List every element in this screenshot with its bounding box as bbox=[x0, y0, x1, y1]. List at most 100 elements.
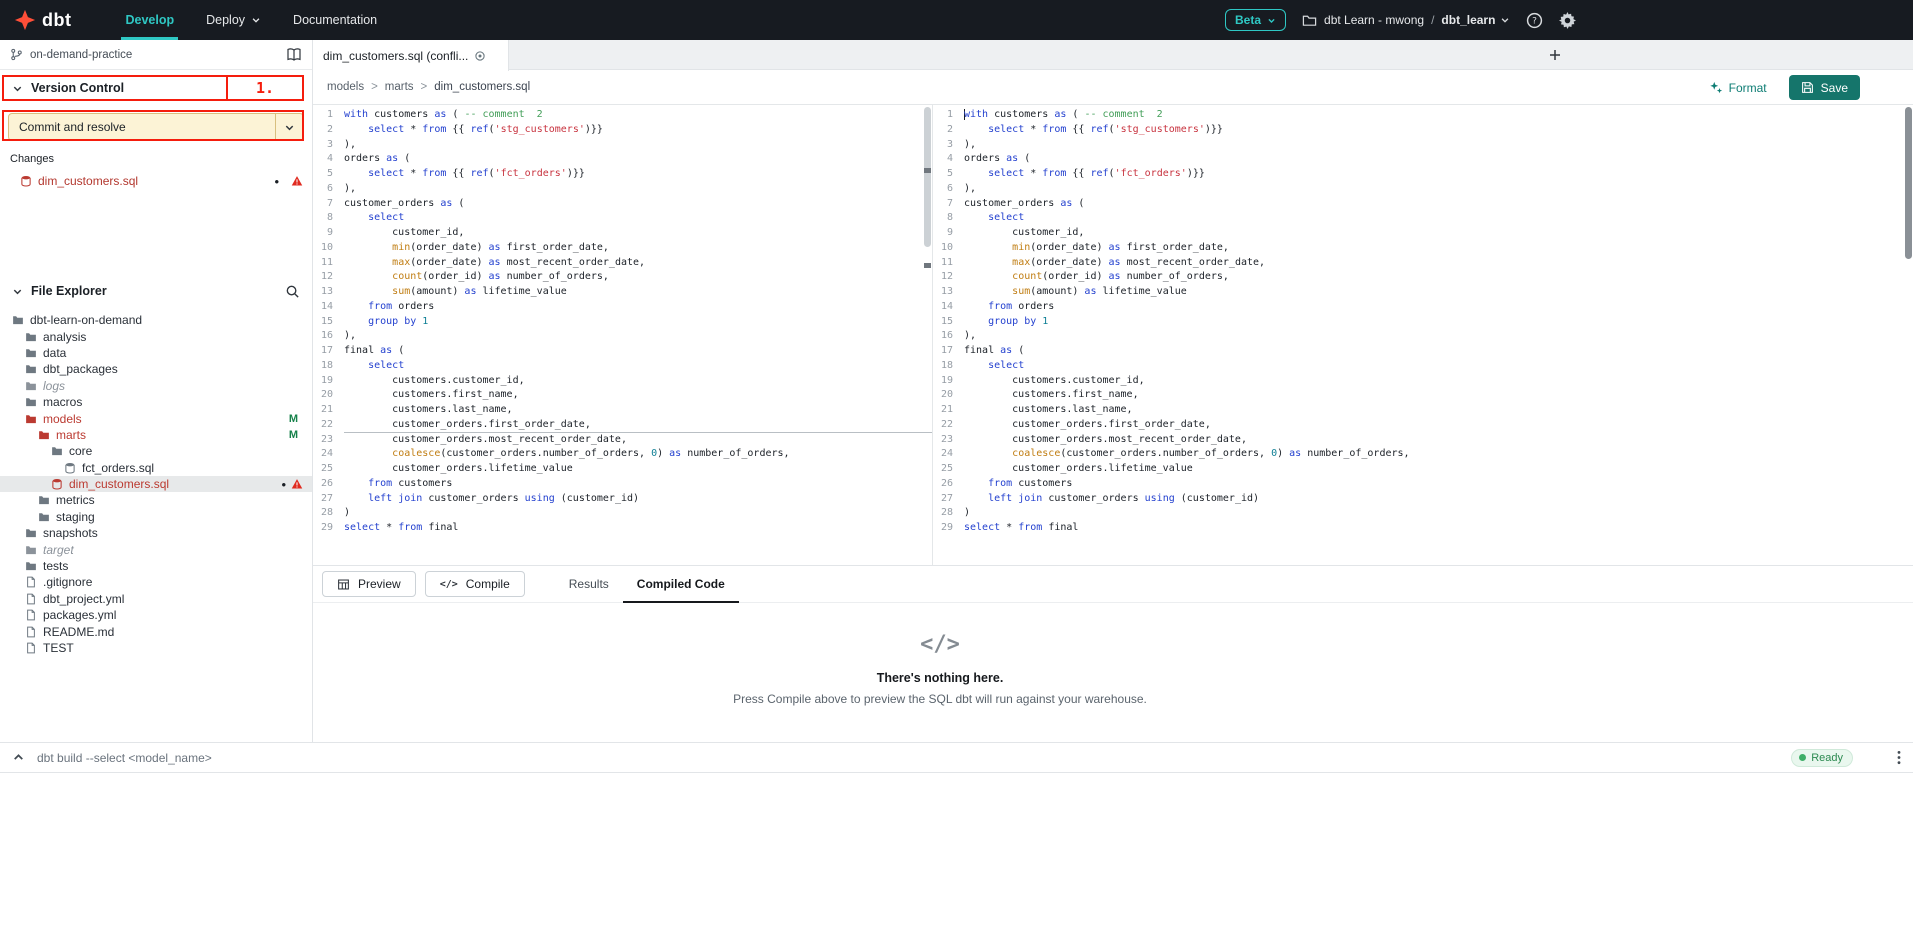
code-line-21[interactable]: 21 customers.last_name, bbox=[313, 403, 932, 418]
code-line-5[interactable]: 5 select * from {{ ref('fct_orders')}} bbox=[933, 167, 1913, 182]
code-line-20[interactable]: 20 customers.first_name, bbox=[933, 388, 1913, 403]
code-line-12[interactable]: 12 count(order_id) as number_of_orders, bbox=[313, 270, 932, 285]
code-line-27[interactable]: 27 left join customer_orders using (cust… bbox=[313, 492, 932, 507]
tab-compiled-code[interactable]: Compiled Code bbox=[623, 566, 739, 603]
tree-item-.gitignore[interactable]: .gitignore bbox=[0, 574, 312, 590]
tree-item-tests[interactable]: tests bbox=[0, 558, 312, 574]
code-line-28[interactable]: 28) bbox=[933, 506, 1913, 521]
tab-results[interactable]: Results bbox=[555, 566, 623, 603]
tree-item-packages.yml[interactable]: packages.yml bbox=[0, 607, 312, 623]
tree-item-TEST[interactable]: TEST bbox=[0, 640, 312, 656]
code-line-21[interactable]: 21 customers.last_name, bbox=[933, 403, 1913, 418]
gear-icon[interactable] bbox=[1559, 12, 1576, 29]
code-line-14[interactable]: 14 from orders bbox=[313, 300, 932, 315]
compile-button[interactable]: </> Compile bbox=[425, 571, 525, 597]
scrollbar-thumb[interactable] bbox=[1905, 107, 1912, 259]
code-line-1[interactable]: 1with customers as ( -- comment 2 bbox=[933, 108, 1913, 123]
commit-and-resolve-button[interactable]: Commit and resolve bbox=[8, 113, 304, 141]
tree-item-dbt_packages[interactable]: dbt_packages bbox=[0, 361, 312, 377]
code-line-10[interactable]: 10 min(order_date) as first_order_date, bbox=[933, 241, 1913, 256]
code-line-22[interactable]: 22 customer_orders.first_order_date, bbox=[933, 418, 1913, 433]
tree-item-marts[interactable]: martsM bbox=[0, 427, 312, 443]
code-line-4[interactable]: 4orders as ( bbox=[313, 152, 932, 167]
code-line-4[interactable]: 4orders as ( bbox=[933, 152, 1913, 167]
code-line-8[interactable]: 8 select bbox=[313, 211, 932, 226]
kebab-menu-icon[interactable] bbox=[1897, 750, 1901, 765]
tree-item-fct_orders.sql[interactable]: fct_orders.sql bbox=[0, 460, 312, 476]
scrollbar-left-pane[interactable] bbox=[922, 105, 932, 565]
git-branch-row[interactable]: on-demand-practice bbox=[0, 40, 312, 70]
code-line-17[interactable]: 17final as ( bbox=[933, 344, 1913, 359]
new-tab-button[interactable] bbox=[1541, 40, 1569, 70]
code-line-3[interactable]: 3), bbox=[933, 138, 1913, 153]
tree-item-target[interactable]: target bbox=[0, 541, 312, 557]
tree-item-logs[interactable]: logs bbox=[0, 378, 312, 394]
tree-item-README.md[interactable]: README.md bbox=[0, 623, 312, 639]
nav-develop[interactable]: Develop bbox=[109, 0, 190, 40]
code-line-6[interactable]: 6), bbox=[313, 182, 932, 197]
code-line-26[interactable]: 26 from customers bbox=[933, 477, 1913, 492]
format-button[interactable]: Format bbox=[1709, 81, 1767, 95]
preview-button[interactable]: Preview bbox=[322, 571, 416, 597]
version-control-header[interactable]: Version Control bbox=[0, 75, 312, 101]
code-line-28[interactable]: 28) bbox=[313, 506, 932, 521]
code-line-11[interactable]: 11 max(order_date) as most_recent_order_… bbox=[313, 256, 932, 271]
save-button[interactable]: Save bbox=[1789, 75, 1860, 100]
code-line-15[interactable]: 15 group by 1 bbox=[933, 315, 1913, 330]
code-line-29[interactable]: 29select * from final bbox=[933, 521, 1913, 536]
dbt-logo[interactable]: dbt bbox=[0, 0, 85, 40]
tree-item-macros[interactable]: macros bbox=[0, 394, 312, 410]
code-line-7[interactable]: 7customer_orders as ( bbox=[933, 197, 1913, 212]
code-line-16[interactable]: 16), bbox=[933, 329, 1913, 344]
code-line-16[interactable]: 16), bbox=[313, 329, 932, 344]
tree-item-analysis[interactable]: analysis bbox=[0, 328, 312, 344]
code-line-8[interactable]: 8 select bbox=[933, 211, 1913, 226]
chevron-up-icon[interactable] bbox=[12, 751, 25, 764]
code-line-23[interactable]: 23 customer_orders.most_recent_order_dat… bbox=[933, 433, 1913, 448]
code-line-11[interactable]: 11 max(order_date) as most_recent_order_… bbox=[933, 256, 1913, 271]
search-icon[interactable] bbox=[285, 284, 300, 299]
scrollbar-right-pane[interactable] bbox=[1903, 105, 1913, 565]
scrollbar-thumb[interactable] bbox=[924, 107, 931, 247]
editor-tab-dim-customers[interactable]: dim_customers.sql (confli... bbox=[313, 40, 509, 71]
code-line-18[interactable]: 18 select bbox=[313, 359, 932, 374]
code-line-15[interactable]: 15 group by 1 bbox=[313, 315, 932, 330]
tree-item-dbt_project.yml[interactable]: dbt_project.yml bbox=[0, 591, 312, 607]
code-line-17[interactable]: 17final as ( bbox=[313, 344, 932, 359]
code-line-23[interactable]: 23 customer_orders.most_recent_order_dat… bbox=[313, 433, 932, 448]
code-line-24[interactable]: 24 coalesce(customer_orders.number_of_or… bbox=[933, 447, 1913, 462]
tree-item-snapshots[interactable]: snapshots bbox=[0, 525, 312, 541]
code-line-12[interactable]: 12 count(order_id) as number_of_orders, bbox=[933, 270, 1913, 285]
tree-item-staging[interactable]: staging bbox=[0, 509, 312, 525]
breadcrumb-item[interactable]: dim_customers.sql bbox=[434, 81, 530, 93]
code-line-6[interactable]: 6), bbox=[933, 182, 1913, 197]
tree-item-metrics[interactable]: metrics bbox=[0, 492, 312, 508]
code-line-10[interactable]: 10 min(order_date) as first_order_date, bbox=[313, 241, 932, 256]
code-line-20[interactable]: 20 customers.first_name, bbox=[313, 388, 932, 403]
code-line-2[interactable]: 2 select * from {{ ref('stg_customers')}… bbox=[933, 123, 1913, 138]
code-line-14[interactable]: 14 from orders bbox=[933, 300, 1913, 315]
code-line-3[interactable]: 3), bbox=[313, 138, 932, 153]
code-line-24[interactable]: 24 coalesce(customer_orders.number_of_or… bbox=[313, 447, 932, 462]
help-icon[interactable]: ? bbox=[1526, 12, 1543, 29]
code-line-27[interactable]: 27 left join customer_orders using (cust… bbox=[933, 492, 1913, 507]
editor-pane-left[interactable]: 1with customers as ( -- comment 22 selec… bbox=[313, 105, 933, 565]
tree-item-models[interactable]: modelsM bbox=[0, 410, 312, 426]
changed-file-row[interactable]: dim_customers.sql• bbox=[0, 172, 312, 190]
file-explorer-header[interactable]: File Explorer bbox=[0, 278, 312, 304]
code-line-19[interactable]: 19 customers.customer_id, bbox=[313, 374, 932, 389]
code-line-13[interactable]: 13 sum(amount) as lifetime_value bbox=[313, 285, 932, 300]
code-line-19[interactable]: 19 customers.customer_id, bbox=[933, 374, 1913, 389]
breadcrumb-item[interactable]: models bbox=[327, 81, 364, 93]
nav-deploy[interactable]: Deploy bbox=[190, 0, 277, 40]
code-line-26[interactable]: 26 from customers bbox=[313, 477, 932, 492]
breadcrumb-item[interactable]: marts bbox=[385, 81, 414, 93]
code-line-9[interactable]: 9 customer_id, bbox=[313, 226, 932, 241]
code-line-18[interactable]: 18 select bbox=[933, 359, 1913, 374]
code-line-5[interactable]: 5 select * from {{ ref('fct_orders')}} bbox=[313, 167, 932, 182]
tree-item-core[interactable]: core bbox=[0, 443, 312, 459]
account-project-selector[interactable]: dbt Learn - mwong / dbt_learn bbox=[1302, 13, 1510, 28]
code-line-2[interactable]: 2 select * from {{ ref('stg_customers')}… bbox=[313, 123, 932, 138]
book-icon[interactable] bbox=[286, 47, 302, 63]
code-line-25[interactable]: 25 customer_orders.lifetime_value bbox=[933, 462, 1913, 477]
